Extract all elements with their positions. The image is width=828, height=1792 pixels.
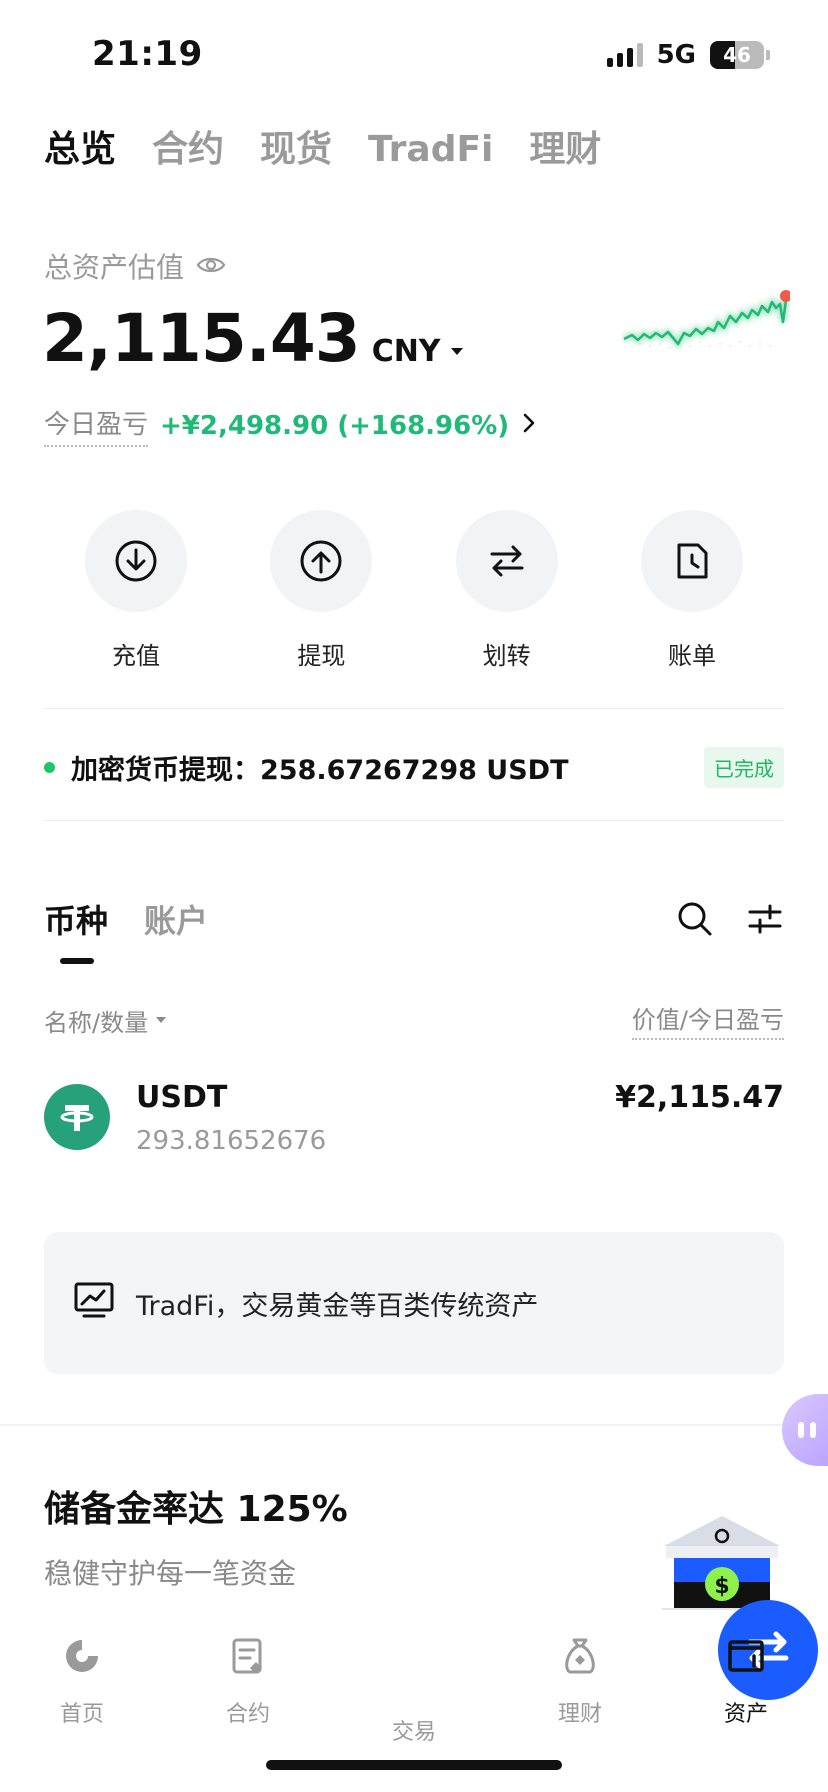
nav-assets[interactable]: 资产 bbox=[686, 1634, 806, 1728]
usdt-icon bbox=[44, 1084, 110, 1150]
tab-spot[interactable]: 现货 bbox=[260, 120, 332, 172]
section-separator bbox=[0, 1424, 828, 1426]
deposit-label: 充值 bbox=[112, 642, 160, 670]
nav-contract[interactable]: 合约 bbox=[188, 1634, 308, 1728]
tradfi-promo[interactable]: TradFi，交易黄金等百类传统资产 bbox=[44, 1232, 784, 1374]
currency-selector[interactable]: CNY bbox=[372, 334, 463, 369]
asset-tabs: 币种 账户 bbox=[44, 896, 208, 942]
coin-value: ¥2,115.47 bbox=[615, 1080, 784, 1115]
status-indicators: 5G 46 bbox=[606, 40, 770, 70]
nav-contract-label: 合约 bbox=[225, 1702, 270, 1727]
bill-icon bbox=[640, 510, 743, 612]
transfer-button[interactable]: 划转 bbox=[415, 510, 599, 671]
battery-icon: 46 bbox=[710, 41, 764, 69]
promo-text: TradFi，交易黄金等百类传统资产 bbox=[136, 1290, 539, 1322]
tab-accounts[interactable]: 账户 bbox=[144, 896, 208, 942]
tab-tradfi[interactable]: TradFi bbox=[368, 129, 493, 170]
tab-wealth[interactable]: 理财 bbox=[529, 120, 601, 172]
wallet-icon bbox=[724, 1634, 768, 1682]
bill-label: 账单 bbox=[667, 642, 716, 670]
list-header: 名称/数量 价值/今日盈亏 bbox=[44, 1000, 784, 1040]
sort-by-name[interactable]: 名称/数量 bbox=[44, 1000, 167, 1040]
coin-quantity: 293.81652676 bbox=[136, 1126, 327, 1156]
tab-overview[interactable]: 总览 bbox=[44, 120, 116, 172]
nav-trade[interactable]: 交易 bbox=[354, 1600, 818, 1746]
withdraw-notice[interactable]: 加密货币提现：258.67267298 USDT 已完成 bbox=[44, 742, 784, 792]
nav-wealth[interactable]: 理财 bbox=[520, 1634, 640, 1728]
signal-icon bbox=[606, 43, 643, 67]
reserve-title[interactable]: 储备金率达 125% bbox=[44, 1480, 348, 1532]
home-icon bbox=[60, 1634, 104, 1682]
withdraw-button[interactable]: 提现 bbox=[229, 510, 413, 671]
top-tabs: 总览 合约 现货 TradFi 理财 bbox=[44, 120, 601, 172]
balance-sparkline[interactable] bbox=[620, 284, 790, 364]
nav-assets-label: 资产 bbox=[723, 1702, 768, 1727]
asset-row-usdt[interactable]: USDT 293.81652676 ¥2,115.47 bbox=[44, 1080, 784, 1180]
svg-text:$: $ bbox=[714, 1574, 729, 1599]
caret-down-icon bbox=[156, 1017, 167, 1023]
notice-text: 加密货币提现：258.67267298 USDT bbox=[71, 754, 569, 786]
active-tab-indicator bbox=[60, 958, 94, 964]
home-indicator bbox=[266, 1760, 562, 1770]
battery-tip bbox=[766, 50, 770, 60]
filter-icon[interactable] bbox=[746, 900, 784, 942]
asset-tools bbox=[676, 900, 784, 942]
upload-icon bbox=[270, 510, 373, 612]
contract-icon bbox=[226, 1634, 270, 1682]
divider bbox=[44, 708, 784, 709]
balance-row: 2,115.43 CNY bbox=[42, 300, 463, 377]
network-type: 5G bbox=[656, 40, 696, 70]
assistant-bubble[interactable] bbox=[782, 1394, 828, 1466]
status-bar: 21:19 5G 46 bbox=[0, 0, 828, 100]
battery-level: 46 bbox=[723, 43, 751, 67]
nav-trade-label: 交易 bbox=[391, 1720, 436, 1745]
pnl-value: +¥2,498.90 (+168.96%) bbox=[160, 410, 510, 441]
wealth-icon bbox=[558, 1634, 602, 1682]
search-icon[interactable] bbox=[676, 900, 714, 942]
eye-icon[interactable] bbox=[196, 250, 226, 283]
list-header-left: 名称/数量 bbox=[44, 1008, 149, 1037]
nav-wealth-label: 理财 bbox=[557, 1702, 602, 1727]
chevron-right-icon bbox=[521, 411, 537, 441]
balance-label: 总资产估值 bbox=[44, 251, 185, 284]
status-badge: 已完成 bbox=[704, 746, 784, 788]
bill-button[interactable]: 账单 bbox=[600, 510, 784, 671]
tab-contract[interactable]: 合约 bbox=[152, 120, 224, 172]
nav-home-label: 首页 bbox=[59, 1702, 104, 1727]
divider bbox=[44, 820, 784, 821]
withdraw-label: 提现 bbox=[297, 642, 346, 670]
pnl-row[interactable]: 今日盈亏 +¥2,498.90 (+168.96%) bbox=[44, 404, 537, 447]
quick-actions: 充值 提现 划转 账单 bbox=[44, 510, 784, 671]
list-header-right[interactable]: 价值/今日盈亏 bbox=[631, 1000, 784, 1040]
pnl-label: 今日盈亏 bbox=[44, 404, 149, 447]
coin-name: USDT bbox=[136, 1080, 228, 1115]
nav-home[interactable]: 首页 bbox=[22, 1634, 142, 1728]
status-time: 21:19 bbox=[92, 34, 203, 74]
currency-label: CNY bbox=[371, 334, 441, 369]
reserve-subtitle: 稳健守护每一笔资金 bbox=[44, 1557, 297, 1590]
caret-down-icon bbox=[450, 348, 463, 355]
status-dot bbox=[44, 761, 55, 773]
balance-label-row: 总资产估值 bbox=[44, 246, 226, 286]
balance-value: 2,115.43 bbox=[42, 300, 361, 377]
deposit-button[interactable]: 充值 bbox=[44, 510, 228, 671]
chart-monitor-icon bbox=[72, 1278, 116, 1329]
tab-coins[interactable]: 币种 bbox=[44, 896, 108, 942]
transfer-icon bbox=[455, 510, 558, 612]
download-icon bbox=[85, 510, 187, 612]
transfer-label: 划转 bbox=[482, 642, 531, 670]
